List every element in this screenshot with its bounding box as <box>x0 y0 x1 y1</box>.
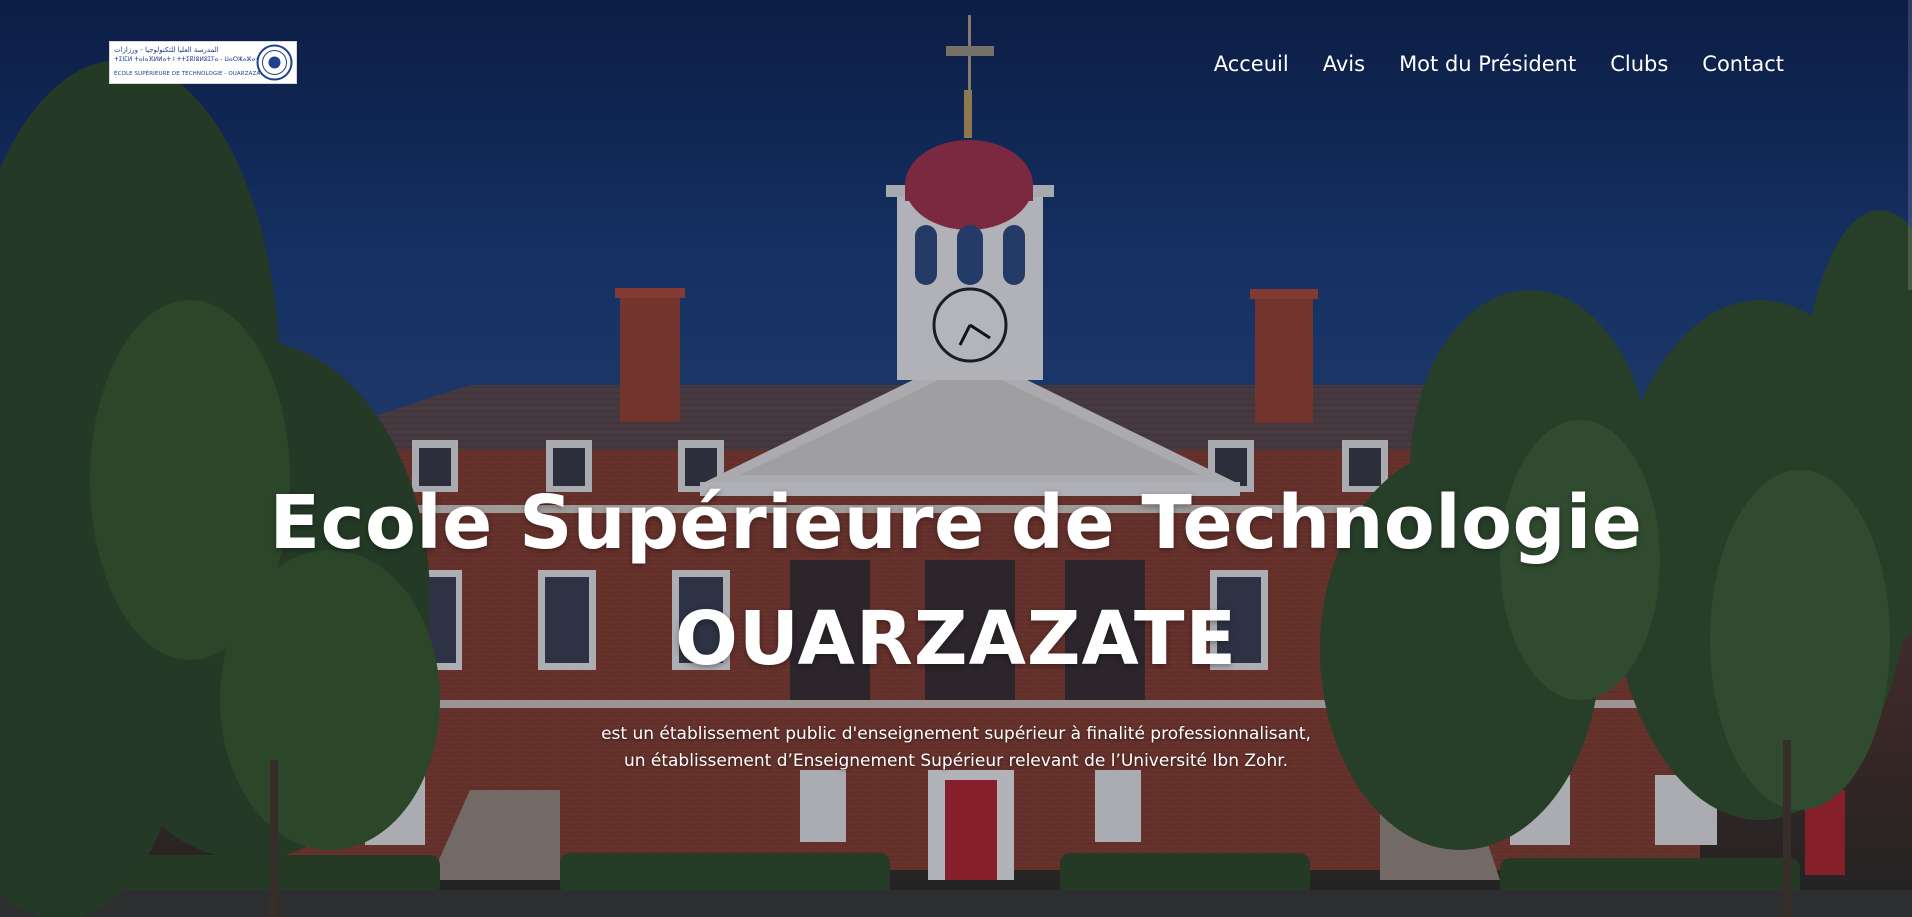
school-logo[interactable]: المدرسة العليا للتكنولوجيا - ورزازات ⵜⵉⵏ… <box>109 41 297 84</box>
nav-link-contact[interactable]: Contact <box>1685 50 1784 78</box>
logo-tifinagh-text: ⵜⵉⵏⵎⵍ ⵜⴰⵏⴰⴼⵍⵍⴰⵜ ⵏ ⵜⵜⵉⴽⵏⵓⵍⵓⵊⵢⴰ - ⵡⴰⵔⵣⴰⵣⴰⵜ <box>114 56 260 63</box>
hero-subtitle: est un établissement public d'enseigneme… <box>0 721 1912 775</box>
hero-subtitle-line-2: un établissement d’Enseignement Supérieu… <box>623 751 1289 771</box>
nav-link-acceuil[interactable]: Acceuil <box>1197 50 1306 78</box>
scrollbar[interactable] <box>1908 0 1912 290</box>
hero-title-line-1: Ecole Supérieure de Technologie <box>269 480 1643 566</box>
logo-french-text: ÉCOLE SUPÉRIEURE DE TECHNOLOGIE - OUARZA… <box>114 71 267 77</box>
nav-link-avis[interactable]: Avis <box>1306 50 1382 78</box>
hero-overlay <box>0 0 1912 917</box>
hero-section: المدرسة العليا للتكنولوجيا - ورزازات ⵜⵉⵏ… <box>0 0 1912 917</box>
hero-title-line-2: OUARZAZATE <box>674 596 1238 682</box>
nav-link-clubs[interactable]: Clubs <box>1593 50 1685 78</box>
main-navigation: Acceuil Avis Mot du Président Clubs Cont… <box>1197 50 1784 78</box>
nav-link-mot-du-president[interactable]: Mot du Président <box>1382 50 1593 78</box>
university-seal-icon <box>256 44 293 81</box>
logo-arabic-text: المدرسة العليا للتكنولوجيا - ورزازات <box>114 46 219 54</box>
hero-subtitle-line-1: est un établissement public d'enseigneme… <box>601 724 1311 744</box>
